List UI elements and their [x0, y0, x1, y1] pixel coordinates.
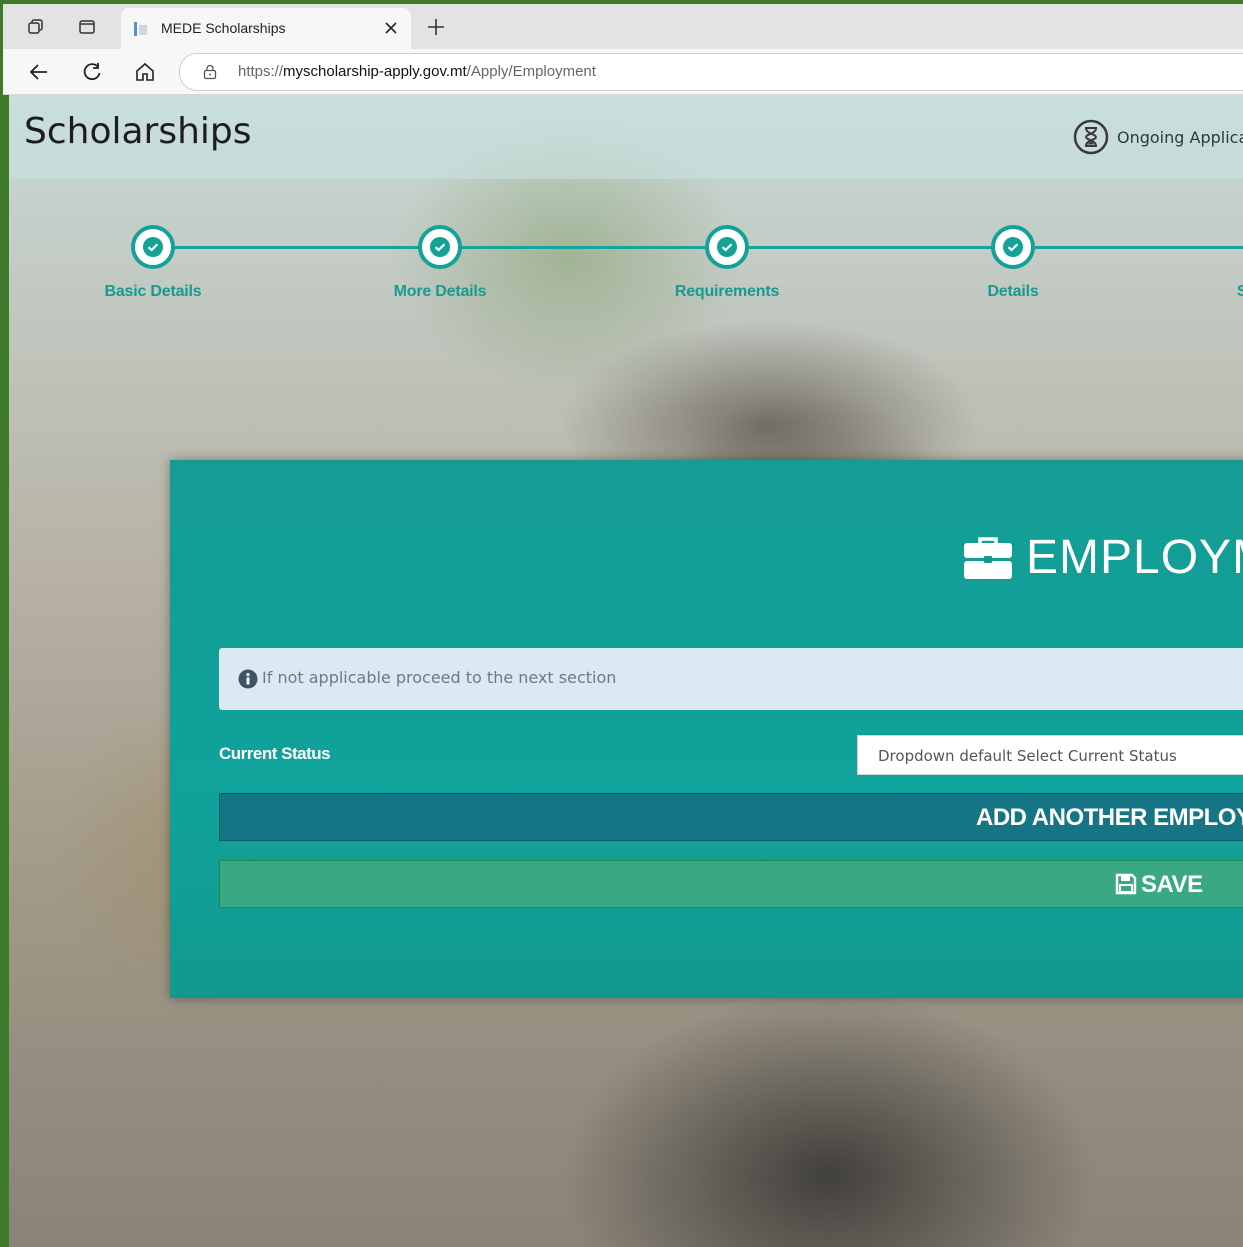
new-tab-icon[interactable]	[425, 16, 447, 38]
address-bar: https://myscholarship-apply.gov.mt/Apply…	[3, 49, 1243, 95]
site-header: Scholarships Ongoing Applicat	[9, 95, 1243, 179]
tab-actions-icon[interactable]	[73, 13, 101, 41]
step-completed-circle	[991, 225, 1035, 269]
check-icon	[717, 237, 737, 257]
refresh-icon[interactable]	[78, 58, 106, 86]
url-text: https://myscholarship-apply.gov.mt/Apply…	[238, 63, 596, 80]
step-label: S	[1237, 283, 1243, 300]
url-input[interactable]: https://myscholarship-apply.gov.mt/Apply…	[179, 53, 1243, 91]
save-button[interactable]: SAVE	[219, 860, 1243, 908]
step-details[interactable]: Details	[913, 225, 1113, 301]
info-icon	[238, 669, 258, 689]
url-host: myscholarship-apply.gov.mt	[283, 63, 467, 80]
info-alert: If not applicable proceed to the next se…	[219, 648, 1243, 710]
step-more-details[interactable]: More Details	[340, 225, 540, 301]
add-another-employment-button[interactable]: ADD ANOTHER EMPLOY	[219, 793, 1243, 841]
check-icon	[430, 237, 450, 257]
step-completed-circle	[131, 225, 175, 269]
step-label: Requirements	[674, 283, 780, 300]
page-viewport: Scholarships Ongoing Applicat Basic Deta…	[9, 95, 1243, 1247]
home-icon[interactable]	[131, 58, 159, 86]
back-icon[interactable]	[25, 58, 53, 86]
briefcase-icon	[964, 536, 1012, 579]
tab-bar: MEDE Scholarships	[3, 4, 1243, 49]
page-favicon-icon	[134, 22, 147, 36]
tab-title: MEDE Scholarships	[161, 20, 286, 36]
current-status-label: Current Status	[219, 744, 331, 763]
page-title: Scholarships	[24, 111, 252, 152]
current-status-value: Dropdown default Select Current Status	[878, 747, 1177, 765]
step-completed-circle	[705, 225, 749, 269]
browser-chrome: MEDE Scholarships https://myscholarship-…	[3, 4, 1243, 95]
step-label: Basic Details	[104, 283, 202, 300]
step-next-partial[interactable]: S	[1237, 225, 1243, 301]
url-scheme: https://	[238, 63, 284, 80]
check-icon	[1003, 237, 1023, 257]
employment-card: EMPLOYM If not applicable proceed to the…	[170, 460, 1243, 998]
info-text: If not applicable proceed to the next se…	[262, 668, 617, 687]
close-icon[interactable]	[381, 18, 401, 38]
section-title: EMPLOYM	[962, 530, 1243, 585]
current-status-select[interactable]: Dropdown default Select Current Status	[857, 735, 1243, 775]
hourglass-icon	[1073, 119, 1109, 155]
add-another-employment-label: ADD ANOTHER EMPLOY	[976, 804, 1243, 831]
floppy-disk-icon	[1115, 873, 1137, 895]
section-title-text: EMPLOYM	[1026, 531, 1243, 584]
step-label: More Details	[393, 283, 487, 300]
save-label: SAVE	[1141, 871, 1203, 898]
step-basic-details[interactable]: Basic Details	[53, 225, 253, 301]
check-icon	[143, 237, 163, 257]
lock-icon	[203, 64, 217, 80]
url-path: /Apply/Employment	[466, 63, 596, 80]
ongoing-applications-link[interactable]: Ongoing Applicat	[1073, 119, 1243, 155]
step-requirements[interactable]: Requirements	[627, 225, 827, 301]
tab-mede-scholarships[interactable]: MEDE Scholarships	[121, 8, 411, 49]
ongoing-applications-label: Ongoing Applicat	[1117, 127, 1243, 147]
step-completed-circle	[418, 225, 462, 269]
workspaces-icon[interactable]	[22, 13, 50, 41]
step-label: Details	[987, 283, 1039, 300]
